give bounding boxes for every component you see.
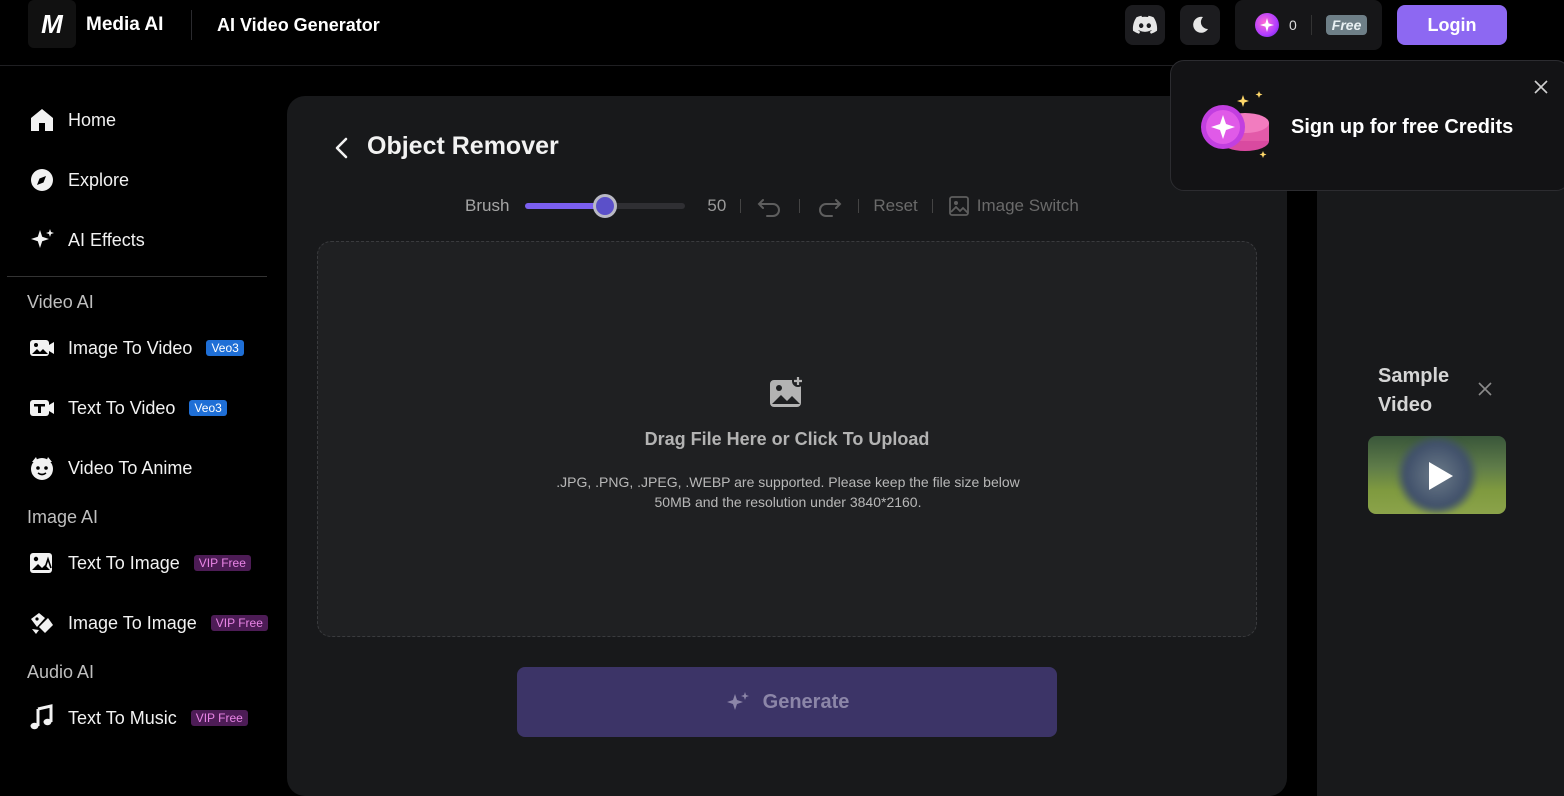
redo-icon[interactable]: [814, 195, 844, 217]
sidebar-item-label: Explore: [68, 169, 130, 190]
sidebar-item-label: Image To Video: [68, 337, 193, 358]
object-remover-panel: Object Remover Brush 50 Reset Image Swit…: [287, 96, 1287, 796]
section-title[interactable]: AI Video Generator: [217, 15, 380, 36]
credits-panel[interactable]: 0 Free: [1235, 0, 1382, 50]
anime-face-icon: [31, 457, 53, 480]
text-to-video-icon: [30, 400, 54, 416]
undo-icon[interactable]: [755, 195, 785, 217]
sidebar-item-text-to-video[interactable]: Text To Video Veo3: [28, 394, 227, 422]
theme-toggle-button[interactable]: [1180, 5, 1220, 45]
brush-size-value: 50: [707, 196, 727, 215]
sidebar-item-text-to-image[interactable]: Text To Image VIP Free: [28, 549, 251, 577]
back-arrow-icon[interactable]: [330, 134, 354, 162]
image-switch-icon: [948, 196, 969, 216]
vip-free-badge: VIP Free: [193, 555, 251, 571]
signup-credits-text[interactable]: Sign up for free Credits: [1291, 116, 1513, 139]
sidebar-item-video-to-anime[interactable]: Video To Anime: [28, 454, 192, 482]
vip-free-badge: VIP Free: [210, 615, 268, 631]
group-label-image-ai: Image AI: [27, 507, 99, 527]
sidebar-item-ai-effects[interactable]: AI Effects: [28, 226, 145, 254]
sidebar: Home Explore AI Effects Video AI Image T…: [0, 66, 280, 753]
slider-thumb[interactable]: [593, 194, 618, 218]
toolbar-separator: [740, 199, 742, 213]
compass-icon: [31, 169, 53, 191]
credit-coin-icon: [1255, 13, 1279, 37]
credit-count: 0: [1289, 17, 1297, 33]
toolbar-separator: [931, 199, 933, 213]
group-label-audio-ai: Audio AI: [27, 662, 95, 682]
close-icon[interactable]: [1477, 381, 1493, 397]
logo-letter: M: [41, 8, 63, 39]
sidebar-item-label: Text To Video: [68, 397, 176, 418]
moon-icon: [1193, 16, 1208, 33]
close-icon[interactable]: [1533, 79, 1549, 95]
image-to-video-icon: [30, 340, 54, 356]
sidebar-item-label: Text To Music: [68, 707, 177, 728]
brush-size-slider[interactable]: [525, 194, 686, 218]
sample-video-title: Sample Video: [1378, 365, 1450, 416]
group-label-video-ai: Video AI: [27, 292, 94, 312]
sidebar-divider: [7, 276, 267, 277]
sidebar-item-image-to-video[interactable]: Image To Video Veo3: [28, 334, 244, 362]
toolbar-separator: [858, 199, 860, 213]
sparkle-icon: [31, 229, 54, 248]
home-icon: [31, 109, 53, 131]
upload-dropzone[interactable]: Drag File Here or Click To Upload .JPG, …: [317, 241, 1257, 637]
generate-button[interactable]: Generate: [517, 667, 1057, 737]
sparkle-icon: [726, 692, 749, 710]
credits-coins-icon: [1201, 91, 1269, 158]
credits-separator: [1310, 15, 1312, 35]
play-icon[interactable]: [1429, 462, 1453, 490]
header-divider: [191, 10, 192, 40]
sidebar-item-home[interactable]: Home: [28, 106, 116, 134]
image-switch-button[interactable]: Image Switch: [977, 196, 1079, 216]
sample-panel: Sample Video: [1317, 96, 1564, 796]
image-to-image-icon: [31, 613, 53, 634]
upload-hint: .JPG, .PNG, .JPEG, .WEBP are supported. …: [556, 474, 1020, 510]
sidebar-item-label: Text To Image: [68, 552, 180, 573]
sidebar-item-label: Home: [68, 109, 117, 130]
text-to-image-icon: [30, 553, 52, 573]
brush-label: Brush: [465, 196, 510, 215]
sidebar-item-image-to-image[interactable]: Image To Image VIP Free: [28, 609, 268, 637]
sidebar-item-explore[interactable]: Explore: [28, 166, 129, 194]
upload-title: Drag File Here or Click To Upload: [644, 429, 930, 449]
music-note-icon: [30, 704, 53, 730]
discord-icon: [1132, 15, 1158, 34]
brush-toolbar: Brush 50 Reset Image Switch: [465, 194, 1079, 218]
brand-name[interactable]: Media AI: [86, 14, 163, 36]
add-image-icon: [770, 375, 804, 407]
sidebar-item-text-to-music[interactable]: Text To Music VIP Free: [28, 704, 248, 732]
signup-credits-popup: Sign up for free Credits: [1170, 60, 1564, 191]
login-button[interactable]: Login: [1397, 5, 1507, 45]
sidebar-item-label: AI Effects: [68, 229, 145, 250]
top-header: M Media AI AI Video Generator 0 Free Log…: [0, 0, 1564, 66]
toolbar-separator: [799, 199, 801, 213]
vip-free-badge: VIP Free: [190, 710, 248, 726]
sidebar-item-label: Video To Anime: [68, 457, 193, 478]
free-plan-badge: Free: [1325, 15, 1368, 35]
media-ai-logo[interactable]: M: [28, 0, 76, 48]
discord-button[interactable]: [1125, 5, 1165, 45]
sample-video-thumbnail[interactable]: [1368, 436, 1506, 514]
page-title: Object Remover: [367, 132, 559, 160]
veo3-badge: Veo3: [189, 400, 227, 416]
reset-button[interactable]: Reset: [873, 196, 917, 216]
veo3-badge: Veo3: [206, 340, 244, 356]
generate-label: Generate: [762, 690, 850, 713]
sidebar-item-label: Image To Image: [68, 612, 197, 633]
